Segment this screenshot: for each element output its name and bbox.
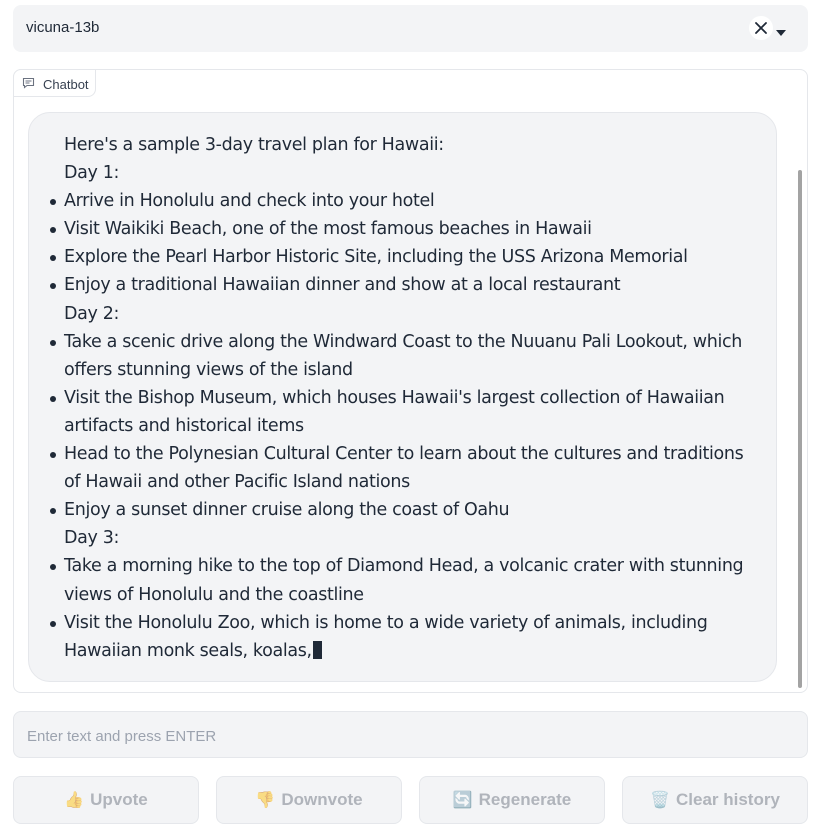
- message-input[interactable]: [25, 724, 789, 748]
- clear-history-button[interactable]: 🗑️ Clear history: [622, 776, 808, 824]
- downvote-button[interactable]: 👎 Downvote: [216, 776, 402, 824]
- list-item: Take a scenic drive along the Windward C…: [50, 328, 764, 384]
- clear-history-label: Clear history: [675, 790, 780, 809]
- clear-icon[interactable]: [749, 16, 773, 40]
- upvote-label: Upvote: [90, 790, 148, 809]
- day-2-list: Take a scenic drive along the Windward C…: [50, 328, 764, 525]
- chatbot-label-text: Chatbot: [43, 77, 89, 92]
- bot-message: Here's a sample 3-day travel plan for Ha…: [28, 112, 777, 682]
- list-item: Visit the Honolulu Zoo, which is home to…: [50, 609, 764, 665]
- thumbs-up-icon: 👍: [64, 792, 85, 809]
- thumbs-down-icon: 👎: [255, 792, 276, 809]
- downvote-label: Downvote: [281, 790, 363, 809]
- chat-scrollbar[interactable]: [798, 170, 802, 688]
- typing-cursor: [312, 640, 322, 659]
- list-item: Explore the Pearl Harbor Historic Site, …: [50, 243, 764, 271]
- list-item: Visit Waikiki Beach, one of the most fam…: [50, 215, 764, 243]
- model-dropdown[interactable]: vicuna-13b: [13, 5, 808, 52]
- list-item: Take a morning hike to the top of Diamon…: [50, 552, 764, 608]
- regenerate-button[interactable]: 🔄 Regenerate: [419, 776, 605, 824]
- model-dropdown-value: vicuna-13b: [26, 19, 100, 36]
- refresh-icon: 🔄: [452, 792, 473, 809]
- day-heading: Day 2:: [64, 303, 120, 324]
- list-item-text: Visit the Honolulu Zoo, which is home to…: [64, 612, 708, 661]
- list-item: Head to the Polynesian Cultural Center t…: [50, 440, 764, 496]
- list-item: Visit the Bishop Museum, which houses Ha…: [50, 384, 764, 440]
- day-heading: Day 1:: [64, 163, 120, 184]
- chat-icon: [22, 77, 35, 92]
- bot-message-content: Here's a sample 3-day travel plan for Ha…: [50, 131, 764, 665]
- list-item: Enjoy a sunset dinner cruise along the c…: [50, 496, 764, 524]
- chatbot-panel: Chatbot Here's a sample 3-day travel pla…: [13, 69, 808, 693]
- message-intro: Here's a sample 3-day travel plan for Ha…: [64, 135, 444, 155]
- trash-icon: 🗑️: [650, 792, 670, 809]
- message-input-container[interactable]: [13, 711, 808, 758]
- chatbot-label: Chatbot: [13, 69, 96, 97]
- day-heading: Day 3:: [64, 528, 120, 549]
- day-1-list: Arrive in Honolulu and check into your h…: [50, 187, 764, 299]
- upvote-button[interactable]: 👍 Upvote: [13, 776, 199, 824]
- regenerate-label: Regenerate: [478, 790, 572, 809]
- chevron-down-icon[interactable]: [776, 24, 786, 42]
- day-3-list: Take a morning hike to the top of Diamon…: [50, 552, 764, 665]
- list-item: Enjoy a traditional Hawaiian dinner and …: [50, 271, 764, 299]
- list-item: Arrive in Honolulu and check into your h…: [50, 187, 764, 215]
